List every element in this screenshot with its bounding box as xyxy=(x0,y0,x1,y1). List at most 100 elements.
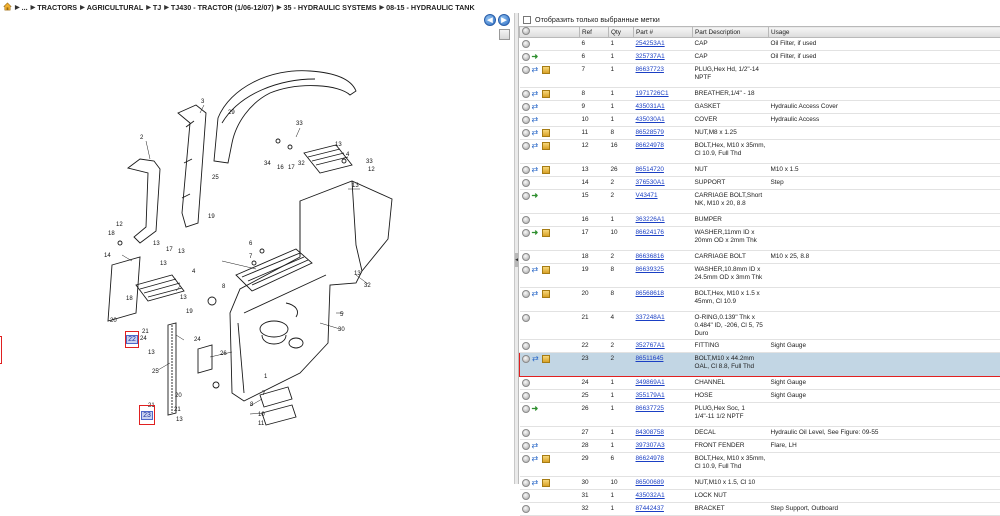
breadcrumb-item[interactable]: ▶TRACTORS xyxy=(31,3,77,12)
info-icon[interactable] xyxy=(522,229,530,237)
table-row[interactable]: ⇄7186637723PLUG,Hex Hd, 1/2"-14 NPTF xyxy=(520,64,1000,88)
part-number-link[interactable]: 435032A1 xyxy=(636,492,665,499)
part-number-link[interactable]: 86568618 xyxy=(636,290,664,297)
info-icon[interactable] xyxy=(522,179,530,187)
substitute-arrow-icon[interactable]: ➜ xyxy=(532,53,540,61)
part-number-link[interactable]: 86514720 xyxy=(636,166,664,173)
part-number-link[interactable]: 86624176 xyxy=(636,229,664,236)
linked-parts-icon[interactable]: ⇄ xyxy=(532,142,540,150)
info-icon[interactable] xyxy=(522,116,530,124)
info-icon[interactable] xyxy=(522,66,530,74)
info-icon[interactable] xyxy=(522,429,530,437)
part-number-link[interactable]: 84308758 xyxy=(636,429,664,436)
kit-box-icon[interactable] xyxy=(542,166,550,174)
info-icon[interactable] xyxy=(522,166,530,174)
column-header-description[interactable]: Part Description xyxy=(693,27,769,38)
breadcrumb-item[interactable]: ▶35 - HYDRAULIC SYSTEMS xyxy=(277,3,377,12)
linked-parts-icon[interactable]: ⇄ xyxy=(532,266,540,274)
table-row[interactable]: 214337248A1O-RING,0.139" Thk x 0.484" ID… xyxy=(520,312,1000,340)
linked-parts-icon[interactable]: ⇄ xyxy=(532,479,540,487)
info-icon[interactable] xyxy=(522,479,530,487)
kit-box-icon[interactable] xyxy=(542,129,550,137)
part-number-link[interactable]: 352767A1 xyxy=(636,342,665,349)
kit-box-icon[interactable] xyxy=(542,229,550,237)
table-row[interactable]: ⇄132686514720NUTM10 x 1.5 xyxy=(520,164,1000,177)
column-header-part-number[interactable]: Part # xyxy=(634,27,693,38)
part-number-link[interactable]: 1971726C1 xyxy=(636,90,669,97)
table-row[interactable]: 161363226A1BUMPER xyxy=(520,214,1000,227)
table-row[interactable]: ⇄101435030A1COVERHydraulic Access xyxy=(520,114,1000,127)
kit-box-icon[interactable] xyxy=(542,266,550,274)
linked-parts-icon[interactable]: ⇄ xyxy=(532,103,540,111)
part-number-link[interactable]: 86636816 xyxy=(636,253,664,260)
info-icon[interactable] xyxy=(522,505,530,513)
part-number-link[interactable]: 435030A1 xyxy=(636,116,665,123)
part-number-link[interactable]: 86624978 xyxy=(636,142,664,149)
part-number-link[interactable]: 86637725 xyxy=(636,405,664,412)
linked-parts-icon[interactable]: ⇄ xyxy=(532,90,540,98)
part-number-link[interactable]: 397307A3 xyxy=(636,442,665,449)
table-row[interactable]: ⇄91435031A1GASKETHydraulic Access Cover xyxy=(520,101,1000,114)
table-row[interactable]: ⇄301086500689NUT,M10 x 1.5, Cl 10 xyxy=(520,477,1000,490)
column-header-usage[interactable]: Usage xyxy=(769,27,1000,38)
info-icon[interactable] xyxy=(522,392,530,400)
kit-box-icon[interactable] xyxy=(542,355,550,363)
table-row[interactable]: 241349869A1CHANNELSight Gauge xyxy=(520,377,1000,390)
part-number-link[interactable]: 337248A1 xyxy=(636,314,665,321)
column-header-icons[interactable] xyxy=(520,27,580,38)
linked-parts-icon[interactable]: ⇄ xyxy=(532,166,540,174)
kit-box-icon[interactable] xyxy=(542,455,550,463)
column-header-ref[interactable]: Ref xyxy=(580,27,609,38)
show-selected-only-checkbox[interactable] xyxy=(523,16,531,24)
table-row[interactable]: ⇄121686624978BOLT,Hex, M10 x 35mm, Cl 10… xyxy=(520,140,1000,164)
callout-ref-23[interactable]: 23 xyxy=(139,405,155,425)
table-row-selected[interactable]: ⇄23286511645BOLT,M10 x 44.2mm OAL, Cl 8.… xyxy=(520,353,1000,377)
info-icon[interactable] xyxy=(522,355,530,363)
info-icon[interactable] xyxy=(522,129,530,137)
table-row[interactable]: 18286636816CARRIAGE BOLTM10 x 25, 8.8 xyxy=(520,251,1000,264)
table-row[interactable]: ⇄29686624978BOLT,Hex, M10 x 35mm, Cl 10.… xyxy=(520,453,1000,477)
info-icon[interactable] xyxy=(522,455,530,463)
part-number-link[interactable]: 86639325 xyxy=(636,266,664,273)
kit-box-icon[interactable] xyxy=(542,142,550,150)
table-row[interactable]: ⇄20886568618BOLT,Hex, M10 x 1.5 x 45mm, … xyxy=(520,288,1000,312)
linked-parts-icon[interactable]: ⇄ xyxy=(532,442,540,450)
part-number-link[interactable]: 376530A1 xyxy=(636,179,665,186)
part-number-link[interactable]: 86500689 xyxy=(636,479,664,486)
part-number-link[interactable]: 86624978 xyxy=(636,455,664,462)
info-icon[interactable] xyxy=(522,379,530,387)
table-row[interactable]: ➜61325737A1CAPOil Filter, if used xyxy=(520,51,1000,64)
column-header-qty[interactable]: Qty xyxy=(609,27,634,38)
part-number-link[interactable]: 435031A1 xyxy=(636,103,665,110)
table-row[interactable]: 142376530A1SUPPORTStep xyxy=(520,177,1000,190)
info-icon[interactable] xyxy=(522,192,530,200)
table-row[interactable]: ➜171086624176WASHER,11mm ID x 20mm OD x … xyxy=(520,227,1000,251)
linked-parts-icon[interactable]: ⇄ xyxy=(532,355,540,363)
info-icon[interactable] xyxy=(522,342,530,350)
substitute-arrow-icon[interactable]: ➜ xyxy=(532,192,540,200)
table-row[interactable]: ⇄811971726C1BREATHER,1/4" - 18 xyxy=(520,88,1000,101)
part-number-link[interactable]: 254253A1 xyxy=(636,40,665,47)
substitute-arrow-icon[interactable]: ➜ xyxy=(532,405,540,413)
kit-box-icon[interactable] xyxy=(542,90,550,98)
linked-parts-icon[interactable]: ⇄ xyxy=(532,116,540,124)
kit-box-icon[interactable] xyxy=(542,479,550,487)
info-icon[interactable] xyxy=(522,216,530,224)
linked-parts-icon[interactable]: ⇄ xyxy=(532,290,540,298)
kit-box-icon[interactable] xyxy=(542,290,550,298)
linked-parts-icon[interactable]: ⇄ xyxy=(532,129,540,137)
part-number-link[interactable]: 355179A1 xyxy=(636,392,665,399)
table-row[interactable]: 32187442437BRACKETStep Support, Outboard xyxy=(520,503,1000,516)
breadcrumb-item[interactable]: ▶08-15 - HYDRAULIC TANK xyxy=(380,3,475,12)
info-icon[interactable] xyxy=(522,405,530,413)
breadcrumb-item[interactable]: ▶TJ xyxy=(146,3,161,12)
info-icon[interactable] xyxy=(522,53,530,61)
table-row[interactable]: 27184308758DECALHydraulic Oil Level, See… xyxy=(520,427,1000,440)
info-icon[interactable] xyxy=(522,40,530,48)
info-icon[interactable] xyxy=(522,103,530,111)
table-row[interactable]: 222352767A1FITTINGSight Gauge xyxy=(520,340,1000,353)
part-number-link[interactable]: 325737A1 xyxy=(636,53,665,60)
part-number-link[interactable]: 87442437 xyxy=(636,505,664,512)
part-number-link[interactable]: 86511645 xyxy=(636,355,664,362)
part-number-link[interactable]: 349869A1 xyxy=(636,379,665,386)
